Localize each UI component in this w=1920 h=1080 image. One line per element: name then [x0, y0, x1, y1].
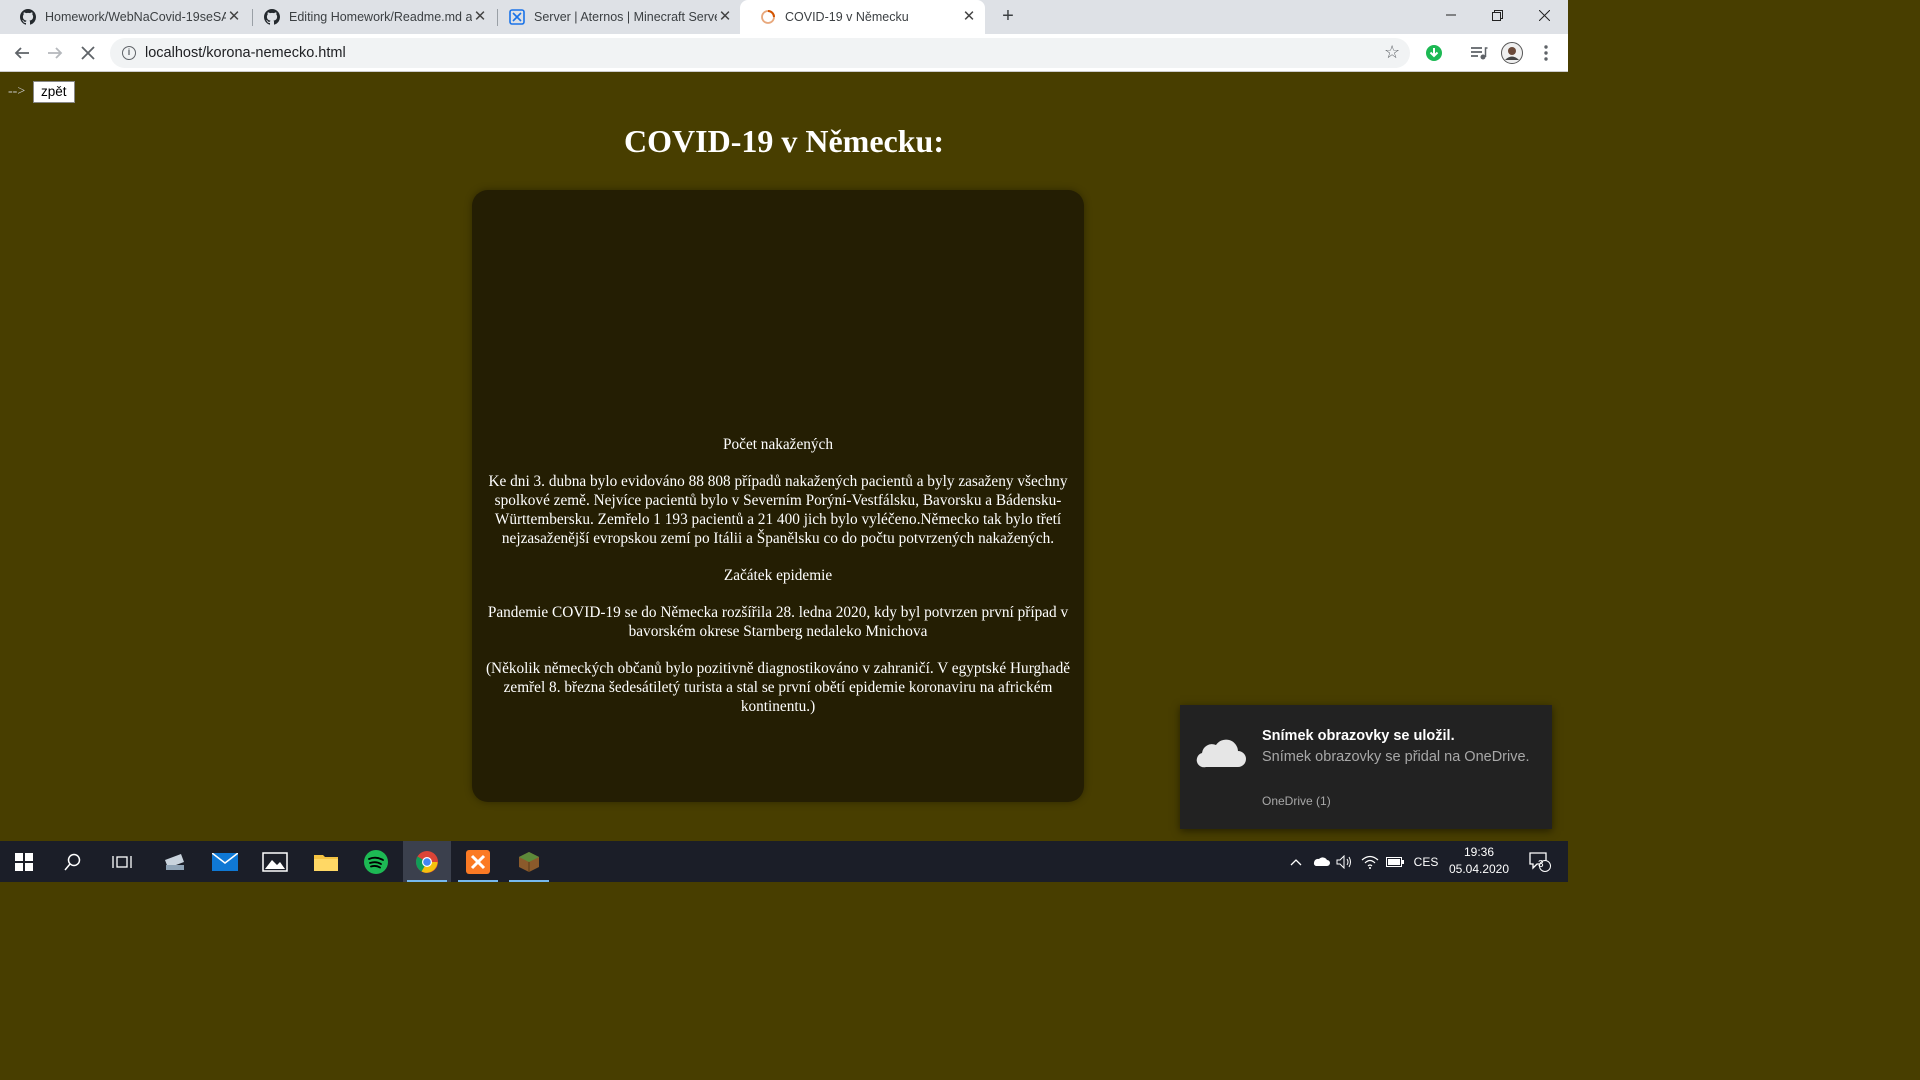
- onedrive-cloud-icon: [1194, 733, 1246, 774]
- scanner-app-icon[interactable]: [150, 841, 198, 882]
- menu-kebab-icon[interactable]: [1534, 41, 1558, 65]
- tab-title: COVID-19 v Německu: [785, 10, 909, 24]
- close-tab-icon[interactable]: ✕: [472, 9, 488, 25]
- file-explorer-icon[interactable]: [302, 841, 350, 882]
- mail-icon[interactable]: [201, 841, 249, 882]
- onedrive-notification[interactable]: Snímek obrazovky se uložil. Snímek obraz…: [1180, 705, 1552, 829]
- site-info-icon[interactable]: i: [122, 46, 136, 60]
- tab-title: Server | Aternos | Minecraft Serve: [534, 10, 717, 24]
- loading-icon: [760, 9, 776, 25]
- aternos-icon: [509, 9, 525, 25]
- browser-tab[interactable]: Editing Homework/Readme.md a ✕: [244, 0, 496, 34]
- volume-icon[interactable]: [1334, 841, 1356, 882]
- photos-icon[interactable]: [251, 841, 299, 882]
- notification-count-badge: 3: [1538, 859, 1544, 870]
- back-button[interactable]: zpět: [33, 81, 75, 103]
- note-paragraph: (Několik německých občanů bylo pozitivně…: [485, 660, 1071, 715]
- battery-icon[interactable]: [1384, 841, 1406, 882]
- notification-source: OneDrive (1): [1262, 794, 1331, 808]
- profile-avatar[interactable]: [1500, 41, 1524, 65]
- new-tab-icon[interactable]: +: [997, 6, 1019, 28]
- tab-title: Homework/WebNaCovid-19seSA: [45, 10, 226, 24]
- browser-tab[interactable]: Homework/WebNaCovid-19seSA ✕: [0, 0, 250, 34]
- info-card: Počet nakažených Ke dni 3. dubna bylo ev…: [472, 190, 1084, 802]
- restore-icon[interactable]: [1474, 0, 1520, 30]
- input-language-indicator[interactable]: CES: [1410, 841, 1442, 882]
- back-arrow-icon[interactable]: [10, 41, 34, 65]
- epidemic-start-paragraph: Pandemie COVID-19 se do Německa rozšířil…: [487, 604, 1069, 640]
- wifi-icon[interactable]: [1359, 841, 1381, 882]
- close-window-icon[interactable]: [1521, 0, 1567, 30]
- task-view-icon[interactable]: [98, 841, 146, 882]
- xampp-icon[interactable]: [454, 841, 502, 882]
- clock-date: 05.04.2020: [1448, 862, 1510, 876]
- epidemic-start-heading: Začátek epidemie: [723, 567, 833, 584]
- chrome-icon[interactable]: [403, 841, 451, 882]
- close-tab-icon[interactable]: ✕: [226, 9, 242, 25]
- extension-icon[interactable]: [1422, 41, 1446, 65]
- clock-time: 19:36: [1463, 845, 1495, 859]
- github-icon: [264, 9, 280, 25]
- onedrive-tray-icon[interactable]: [1310, 841, 1332, 882]
- media-queue-icon[interactable]: [1467, 41, 1491, 65]
- stray-comment-text: -->: [8, 84, 26, 99]
- bookmark-star-icon[interactable]: ☆: [1384, 42, 1400, 63]
- forward-arrow-icon[interactable]: [43, 41, 67, 65]
- url-text: localhost/korona-nemecko.html: [145, 45, 346, 61]
- close-tab-icon[interactable]: ✕: [961, 9, 977, 25]
- address-bar[interactable]: i localhost/korona-nemecko.html ☆: [110, 38, 1410, 68]
- action-center-icon[interactable]: 3: [1520, 841, 1560, 882]
- notification-body: Snímek obrazovky se přidal na OneDrive.: [1262, 749, 1530, 765]
- page-title: COVID-19 v Německu:: [624, 123, 944, 159]
- infected-heading: Počet nakažených: [723, 436, 833, 453]
- windows-taskbar: CES 19:36 05.04.2020 3: [0, 841, 1568, 882]
- close-tab-icon[interactable]: ✕: [717, 9, 733, 25]
- page-content: --> zpět COVID-19 v Německu: Počet nakaž…: [0, 73, 1568, 841]
- card-text: Počet nakažených Ke dni 3. dubna bylo ev…: [480, 435, 1076, 734]
- infected-paragraph: Ke dni 3. dubna bylo evidováno 88 808 př…: [488, 473, 1068, 547]
- browser-toolbar: i localhost/korona-nemecko.html ☆: [0, 34, 1568, 72]
- browser-tab-strip: Homework/WebNaCovid-19seSA ✕ Editing Hom…: [0, 0, 1568, 34]
- tray-expand-chevron-icon[interactable]: [1286, 841, 1306, 882]
- search-icon[interactable]: [49, 841, 97, 882]
- system-clock[interactable]: 19:36 05.04.2020: [1444, 844, 1514, 878]
- browser-tab-active[interactable]: COVID-19 v Německu ✕: [740, 0, 985, 34]
- spotify-icon[interactable]: [352, 841, 400, 882]
- minimize-icon[interactable]: [1428, 0, 1474, 30]
- tab-title: Editing Homework/Readme.md a: [289, 10, 472, 24]
- notification-title: Snímek obrazovky se uložil.: [1262, 728, 1455, 744]
- windows-start-icon[interactable]: [0, 841, 48, 882]
- minecraft-icon[interactable]: [505, 841, 553, 882]
- stop-loading-icon[interactable]: [76, 41, 100, 65]
- github-icon: [20, 9, 36, 25]
- browser-tab[interactable]: Server | Aternos | Minecraft Serve ✕: [489, 0, 741, 34]
